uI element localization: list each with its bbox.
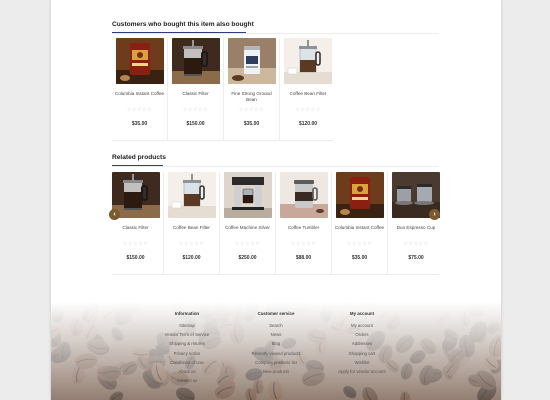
product-image[interactable]: [172, 38, 220, 84]
rating-stars: ☆☆☆☆☆: [178, 241, 205, 247]
product-image[interactable]: [284, 38, 332, 84]
product-image[interactable]: [168, 172, 216, 218]
related-title: Related products: [112, 154, 166, 161]
rating-stars: ☆☆☆☆☆: [182, 107, 209, 113]
product-name-link[interactable]: Classic Filter: [110, 225, 161, 231]
also-bought-divider: [112, 33, 439, 34]
product-price: $150.00: [126, 255, 145, 261]
footer-column-my-account: My account My account Orders Addresses Shopp…: [334, 311, 390, 376]
footer-link[interactable]: New products: [244, 367, 308, 376]
product-price: $35.00: [131, 121, 148, 127]
product-price: $120.00: [298, 121, 318, 127]
product-price: $35.00: [351, 255, 368, 261]
product-name-link[interactable]: Coffee Bean Filter: [166, 225, 217, 231]
product-name-link[interactable]: Columbia Instant Coffee: [334, 225, 385, 231]
footer-column-information: Information Sitemap Vendor Term of Service…: [161, 311, 213, 385]
product-card[interactable]: Coffee Machine Silver ☆☆☆☆☆ $250.00: [220, 172, 276, 274]
footer-link[interactable]: Privacy notice: [161, 349, 213, 358]
related-divider: [112, 166, 439, 167]
footer-link[interactable]: Apply for vendor account: [334, 367, 390, 376]
footer-link[interactable]: Vendor Term of Service: [161, 330, 213, 339]
product-page: Customers who bought this item also boug…: [51, 0, 501, 400]
footer-link[interactable]: Shopping cart: [334, 349, 390, 358]
product-name-link[interactable]: Coffee Machine Silver: [222, 225, 273, 231]
product-card[interactable]: Coffee Bean Filter ☆☆☆☆☆ $120.00: [164, 172, 220, 274]
product-price: $75.00: [408, 255, 424, 261]
rating-stars: ☆☆☆☆☆: [126, 107, 153, 113]
rating-stars: ☆☆☆☆☆: [346, 241, 373, 247]
product-card[interactable]: Columbia Instant Coffee ☆☆☆☆☆ $35.00: [112, 38, 168, 140]
footer-link[interactable]: Compare products list: [244, 358, 308, 367]
also-bought-title: Customers who bought this item also boug…: [112, 21, 254, 28]
footer-link[interactable]: Sitemap: [161, 321, 213, 330]
rating-stars: ☆☆☆☆☆: [403, 241, 429, 247]
product-card[interactable]: Classic Filter ☆☆☆☆☆ $150.00: [108, 172, 164, 274]
footer-link[interactable]: Addresses: [334, 339, 390, 348]
product-price: $150.00: [186, 121, 205, 127]
chevron-left-icon[interactable]: ‹: [109, 209, 120, 220]
footer-column-title: My account: [349, 311, 375, 316]
product-price: $35.00: [243, 121, 260, 127]
product-name-link[interactable]: Duo Espresso Cup: [390, 225, 442, 231]
product-price: $88.00: [295, 255, 312, 261]
product-name-link[interactable]: Columbia Instant Coffee: [114, 91, 165, 97]
product-name-link[interactable]: Classic Filter: [170, 91, 221, 97]
footer-link[interactable]: Recently viewed products: [244, 349, 308, 358]
product-price: $120.00: [182, 255, 201, 261]
related-list: Classic Filter ☆☆☆☆☆ $150.00 Coffee Bean Fi…: [108, 172, 444, 274]
product-name-link[interactable]: Coffee Tumbler: [278, 225, 329, 231]
product-image[interactable]: [228, 38, 276, 84]
rating-stars: ☆☆☆☆☆: [295, 107, 321, 113]
footer: Information Sitemap Vendor Term of Service…: [51, 302, 501, 400]
product-card[interactable]: Classic Filter ☆☆☆☆☆ $150.00: [168, 38, 224, 140]
footer-link[interactable]: Search: [244, 321, 308, 330]
rating-stars: ☆☆☆☆☆: [122, 241, 149, 247]
footer-link[interactable]: Blog: [244, 339, 308, 348]
chevron-right-icon[interactable]: ›: [429, 209, 440, 220]
also-bought-bottom-divider: [112, 140, 333, 141]
product-image[interactable]: [280, 172, 328, 218]
product-image[interactable]: [224, 172, 272, 218]
product-card[interactable]: Fine Strong Ground Bean ☆☆☆☆☆ $35.00: [224, 38, 280, 140]
footer-link[interactable]: My account: [334, 321, 390, 330]
product-image[interactable]: [336, 172, 384, 218]
product-card[interactable]: Coffee Bean Filter ☆☆☆☆☆ $120.00: [280, 38, 336, 140]
footer-link[interactable]: Shipping & returns: [161, 339, 213, 348]
footer-link[interactable]: Orders: [334, 330, 390, 339]
product-image[interactable]: [116, 38, 164, 84]
footer-link[interactable]: Wishlist: [334, 358, 390, 367]
footer-column-title: Customer service: [257, 311, 295, 316]
rating-stars: ☆☆☆☆☆: [290, 241, 317, 247]
also-bought-list: Columbia Instant Coffee ☆☆☆☆☆ $35.00 Classi…: [112, 38, 336, 140]
rating-stars: ☆☆☆☆☆: [238, 107, 265, 113]
footer-link[interactable]: Contact us: [161, 376, 213, 385]
product-card[interactable]: Duo Espresso Cup ☆☆☆☆☆ $75.00: [388, 172, 444, 274]
rating-stars: ☆☆☆☆☆: [234, 241, 261, 247]
product-card[interactable]: Coffee Tumbler ☆☆☆☆☆ $88.00: [276, 172, 332, 274]
product-name-link[interactable]: Fine Strong Ground Bean: [226, 91, 277, 103]
product-price: $250.00: [238, 255, 257, 261]
footer-column-title: Information: [174, 311, 200, 316]
product-name-link[interactable]: Coffee Bean Filter: [282, 91, 334, 97]
product-card[interactable]: Columbia Instant Coffee ☆☆☆☆☆ $35.00: [332, 172, 388, 274]
footer-column-customer-service: Customer service Search News Blog Recently v…: [244, 311, 308, 376]
related-bottom-divider: [112, 274, 439, 275]
footer-link[interactable]: News: [244, 330, 308, 339]
footer-link[interactable]: About us: [161, 367, 213, 376]
footer-link[interactable]: Conditions of Use: [161, 358, 213, 367]
